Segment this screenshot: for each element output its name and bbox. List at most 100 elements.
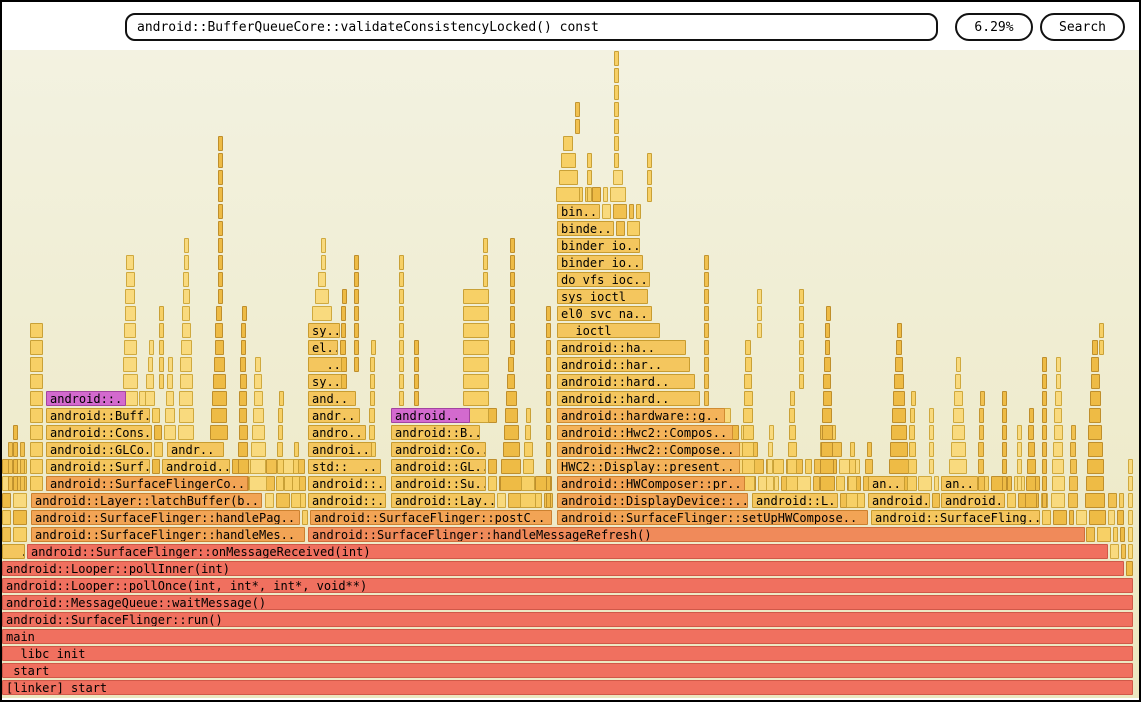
flame-frame[interactable]: android::B.. <box>391 425 480 440</box>
flame-bar[interactable] <box>1128 527 1133 542</box>
flame-bar[interactable] <box>799 306 804 321</box>
flame-bar[interactable] <box>614 119 619 134</box>
flame-bar[interactable] <box>124 323 136 338</box>
flame-bar[interactable] <box>315 289 329 304</box>
flame-bar[interactable] <box>1091 374 1100 389</box>
flame-bar[interactable] <box>354 272 359 287</box>
flame-bar[interactable] <box>212 391 227 406</box>
flame-bar[interactable] <box>218 187 223 202</box>
flame-bar[interactable] <box>1091 357 1099 372</box>
flame-bar[interactable] <box>1002 425 1007 440</box>
flame-bar[interactable] <box>278 408 283 423</box>
flame-bar[interactable] <box>1017 476 1022 491</box>
flame-bar[interactable] <box>414 357 419 372</box>
flame-bar[interactable] <box>13 442 18 457</box>
flame-bar[interactable] <box>774 476 779 491</box>
flame-bar[interactable] <box>240 357 246 372</box>
flame-bar[interactable] <box>265 493 274 508</box>
flame-bar[interactable] <box>510 289 515 304</box>
flame-frame[interactable]: android::HWComposer::pr.. <box>557 476 745 491</box>
flame-bar[interactable] <box>757 323 762 338</box>
flame-bar[interactable] <box>510 272 515 287</box>
flame-bar[interactable] <box>546 425 551 440</box>
flame-bar[interactable] <box>757 289 762 304</box>
flame-bar[interactable] <box>354 255 359 270</box>
flame-bar[interactable] <box>2 493 11 508</box>
flame-frame[interactable]: android::Cons.. <box>46 425 152 440</box>
flame-bar[interactable] <box>546 340 551 355</box>
flame-bar[interactable] <box>508 357 514 372</box>
flame-bar[interactable] <box>744 374 752 389</box>
flame-bar[interactable] <box>949 459 967 474</box>
flame-frame[interactable]: android.. <box>941 493 1005 508</box>
flame-bar[interactable] <box>510 323 515 338</box>
flame-bar[interactable] <box>805 459 812 474</box>
flame-bar[interactable] <box>823 374 831 389</box>
flame-frame[interactable]: android::Layer::latchBuffer(b.. <box>31 493 262 508</box>
flame-bar[interactable] <box>126 255 134 270</box>
flame-bar[interactable] <box>786 476 798 491</box>
flame-bar[interactable] <box>934 476 939 491</box>
flame-bar[interactable] <box>463 374 489 389</box>
flame-bar[interactable] <box>218 136 223 151</box>
flame-bar[interactable] <box>240 374 247 389</box>
flame-bar[interactable] <box>123 357 137 372</box>
flame-bar[interactable] <box>215 340 224 355</box>
flame-bar[interactable] <box>745 357 752 372</box>
flame-bar[interactable] <box>1054 425 1063 440</box>
flame-bar[interactable] <box>159 357 164 372</box>
flame-bar[interactable] <box>145 391 155 406</box>
flame-frame[interactable]: android::SurfaceFlinger::setUpHWCompose.… <box>557 510 868 525</box>
flame-frame[interactable]: android::hard.. <box>557 374 695 389</box>
flame-bar[interactable] <box>1002 391 1007 406</box>
flame-bar[interactable] <box>647 187 652 202</box>
flame-bar[interactable] <box>909 442 916 457</box>
flame-bar[interactable] <box>1042 493 1047 508</box>
flame-bar[interactable] <box>1108 510 1115 525</box>
flame-bar[interactable] <box>369 425 375 440</box>
flame-frame[interactable]: android::Surf.. <box>46 459 150 474</box>
flame-bar[interactable] <box>561 153 576 168</box>
flame-bar[interactable] <box>20 442 25 457</box>
flame-bar[interactable] <box>1017 459 1022 474</box>
flame-bar[interactable] <box>789 425 796 440</box>
flame-bar[interactable] <box>399 289 404 304</box>
flame-bar[interactable] <box>524 442 533 457</box>
flame-bar[interactable] <box>505 408 518 423</box>
flame-bar[interactable] <box>238 459 249 474</box>
flame-bar[interactable] <box>218 289 223 304</box>
flame-bar[interactable] <box>627 221 640 236</box>
flame-bar[interactable] <box>298 459 305 474</box>
flame-bar[interactable] <box>790 391 795 406</box>
flame-bar[interactable] <box>500 476 522 491</box>
flame-bar[interactable] <box>889 459 909 474</box>
flame-frame[interactable]: android::Hwc2::Compos.. <box>557 425 733 440</box>
flame-bar[interactable] <box>826 306 831 321</box>
flame-bar[interactable] <box>614 68 619 83</box>
flame-bar[interactable] <box>302 510 308 525</box>
flame-bar[interactable] <box>354 340 359 355</box>
flame-bar[interactable] <box>647 153 652 168</box>
flame-bar[interactable] <box>399 357 404 372</box>
flame-bar[interactable] <box>787 459 797 474</box>
flame-bar[interactable] <box>613 170 623 185</box>
flame-bar[interactable] <box>1053 510 1067 525</box>
flame-frame[interactable]: std::__.. <box>308 459 381 474</box>
flame-bar[interactable] <box>13 425 18 440</box>
flame-bar[interactable] <box>897 323 902 338</box>
flame-bar[interactable] <box>1087 459 1104 474</box>
flame-bar[interactable] <box>13 527 27 542</box>
flame-bar[interactable] <box>768 442 773 457</box>
flame-bar[interactable] <box>510 340 515 355</box>
flame-bar[interactable] <box>587 187 592 202</box>
flame-bar[interactable] <box>483 255 488 270</box>
flame-bar[interactable] <box>369 408 375 423</box>
flame-frame[interactable]: android::har.. <box>557 357 690 372</box>
flame-bar[interactable] <box>1025 493 1037 508</box>
flame-bar[interactable] <box>954 391 963 406</box>
flame-bar[interactable] <box>1069 476 1078 491</box>
flame-bar[interactable] <box>342 289 347 304</box>
flame-bar[interactable] <box>1042 476 1047 491</box>
flame-bar[interactable] <box>399 340 404 355</box>
flame-bar[interactable] <box>704 340 709 355</box>
